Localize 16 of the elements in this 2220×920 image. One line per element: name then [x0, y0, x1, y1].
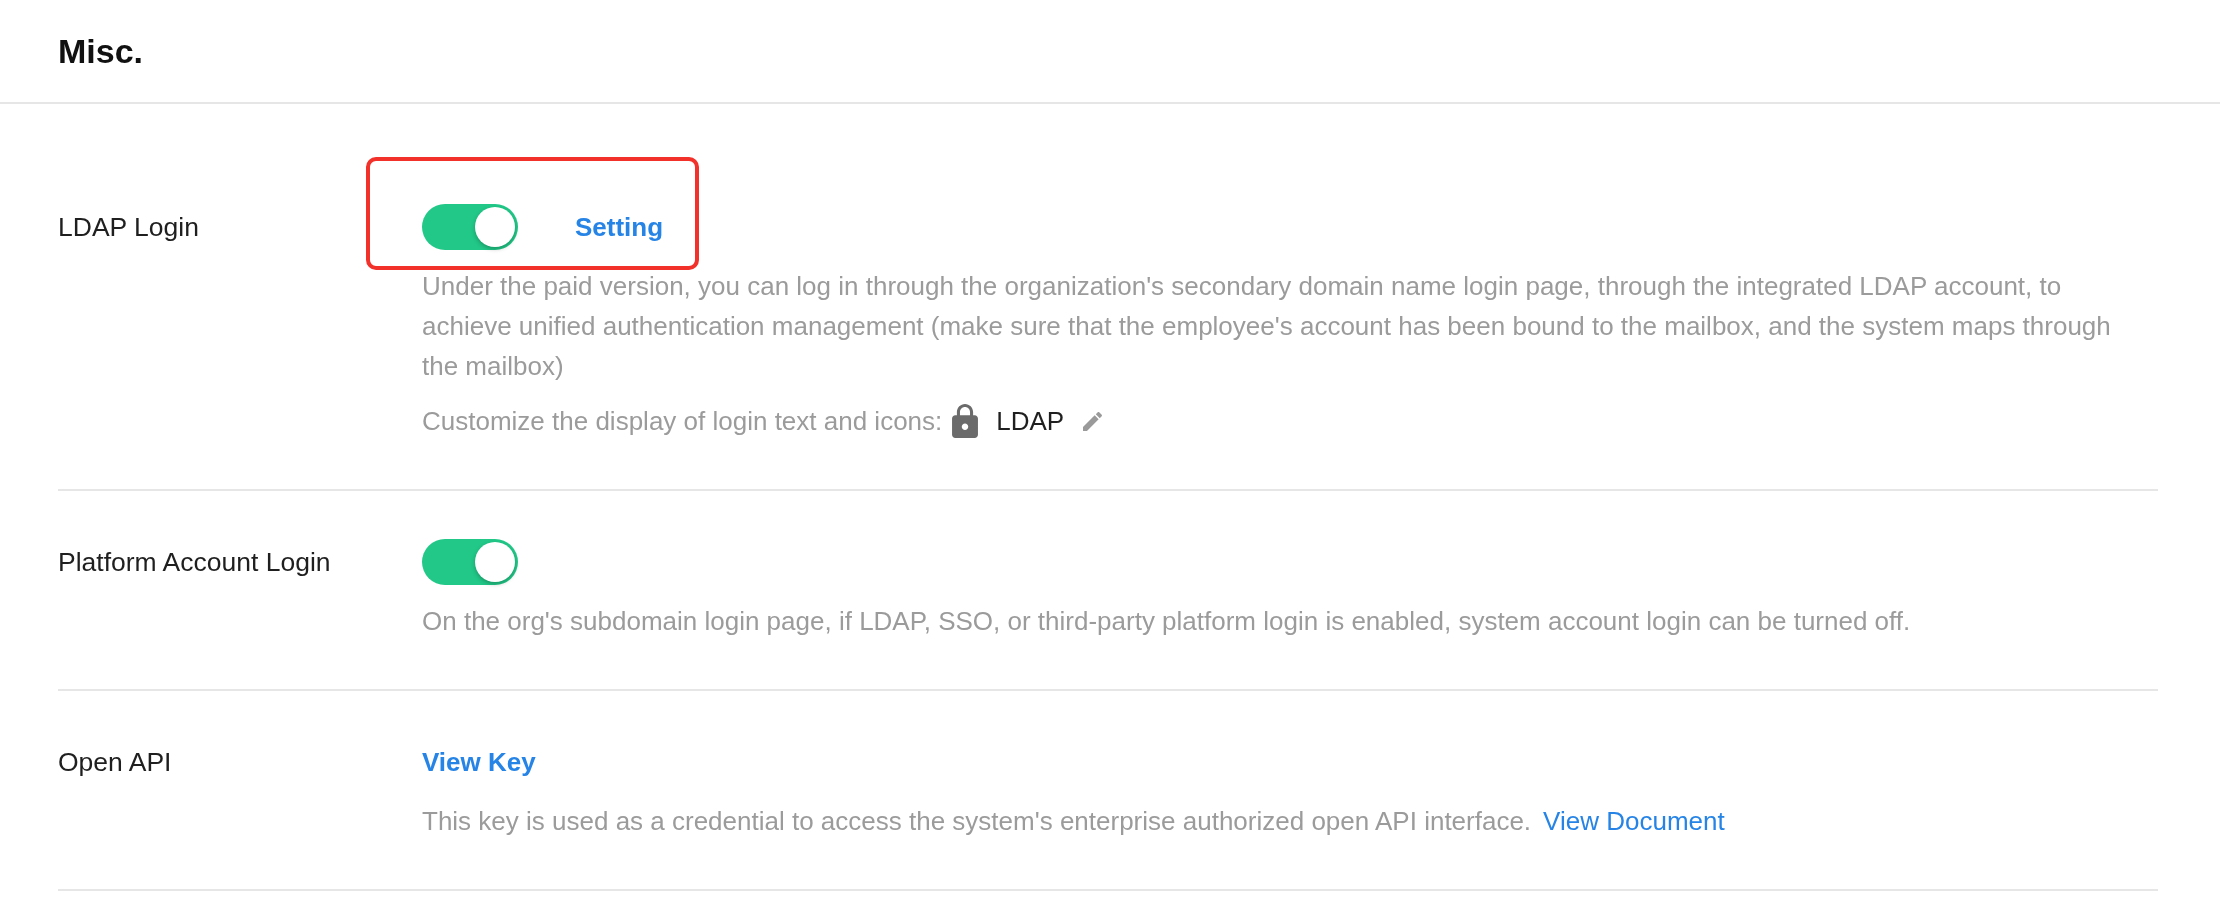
setting-label: LDAP Login [58, 211, 199, 244]
view-key-link[interactable]: View Key [422, 742, 536, 782]
toggle-switch[interactable] [422, 539, 518, 585]
setting-description: This key is used as a credential to access the system's enterprise authorized open API interface. [422, 805, 1532, 838]
setting-link[interactable]: Setting [575, 207, 664, 247]
login-display-text: LDAP [996, 404, 1065, 438]
setting-label: Open API [58, 746, 172, 779]
page-title: Misc. [58, 30, 144, 72]
customize-label: Customize the display of login text and icons: [422, 404, 943, 438]
setting-description: Under the paid version, you can log in through the organization's secondary domain name login page, through the integrated LDAP account, to achieve unified authentication management (make sure that the employee's account has been bound to the mailbox, and the system maps through the mailbox) [422, 270, 2112, 383]
view-document-link[interactable]: View Document [1543, 801, 1725, 841]
lock-icon [952, 404, 979, 438]
edit-icon[interactable] [1083, 411, 1103, 431]
setting-description: On the org's subdomain login page, if LDAP, SSO, or third-party platform login is enabled, system account login can be turned off. [422, 605, 1911, 638]
setting-label: Platform Account Login [58, 546, 331, 579]
toggle-switch[interactable] [422, 204, 518, 250]
